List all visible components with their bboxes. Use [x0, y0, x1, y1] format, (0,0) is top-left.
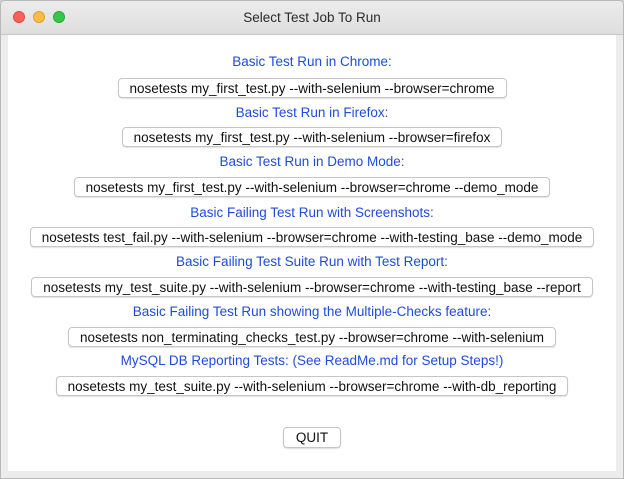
job-label-test-report: Basic Failing Test Suite Run with Test R… — [176, 254, 448, 269]
job-button-db-reporting[interactable]: nosetests my_test_suite.py --with-seleni… — [55, 376, 569, 396]
job-label-firefox: Basic Test Run in Firefox: — [235, 105, 389, 120]
job-label-multiple-checks: Basic Failing Test Run showing the Multi… — [132, 304, 492, 319]
job-button-multiple-checks[interactable]: nosetests non_terminating_checks_test.py… — [67, 327, 557, 347]
job-button-test-report[interactable]: nosetests my_test_suite.py --with-seleni… — [31, 277, 593, 297]
window-title: Select Test Job To Run — [243, 10, 381, 25]
job-label-db-reporting: MySQL DB Reporting Tests: (See ReadMe.md… — [120, 353, 504, 368]
job-label-demo-mode: Basic Test Run in Demo Mode: — [219, 154, 405, 169]
job-list: Basic Test Run in Chrome: nosetests my_f… — [8, 35, 616, 471]
job-label-screenshots: Basic Failing Test Run with Screenshots: — [190, 205, 434, 220]
quit-button[interactable]: QUIT — [282, 427, 342, 448]
title-bar[interactable]: Select Test Job To Run — [1, 1, 623, 35]
app-window: Select Test Job To Run Basic Test Run in… — [0, 0, 624, 479]
job-button-firefox[interactable]: nosetests my_first_test.py --with-seleni… — [121, 127, 503, 147]
job-button-screenshots[interactable]: nosetests test_fail.py --with-selenium -… — [29, 227, 595, 247]
job-label-chrome: Basic Test Run in Chrome: — [232, 54, 392, 69]
job-button-chrome[interactable]: nosetests my_first_test.py --with-seleni… — [117, 78, 507, 98]
job-button-demo-mode[interactable]: nosetests my_first_test.py --with-seleni… — [73, 177, 551, 197]
